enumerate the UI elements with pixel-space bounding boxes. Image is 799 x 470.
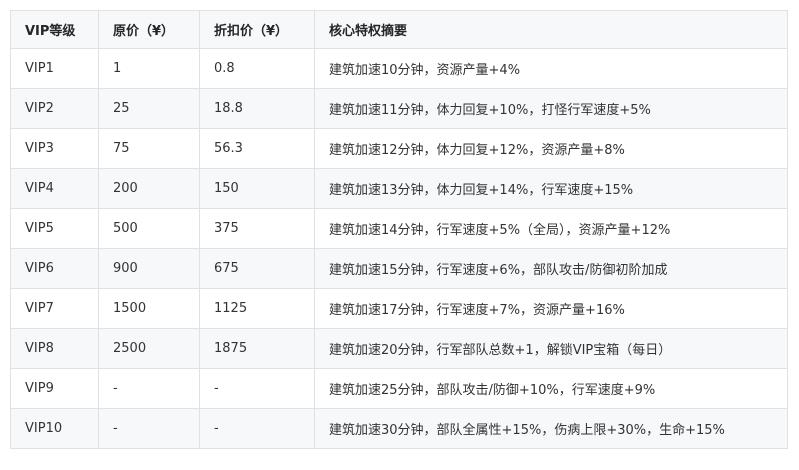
cell-discount-price: 0.8 [199,48,315,89]
header-row: VIP等级 原价（¥） 折扣价（¥） 核心特权摘要 [10,10,788,49]
cell-discount-price: 1875 [199,328,315,369]
cell-privilege-summary: 建筑加速12分钟，体力回复+12%，资源产量+8% [314,128,788,169]
cell-privilege-summary: 建筑加速10分钟，资源产量+4% [314,48,788,89]
table-row: VIP7 1500 1125 建筑加速17分钟，行军速度+7%，资源产量+16% [10,288,788,329]
cell-original-price: - [98,368,200,409]
table-row: VIP4 200 150 建筑加速13分钟，体力回复+14%，行军速度+15% [10,168,788,209]
header-vip-level: VIP等级 [10,10,99,49]
cell-original-price: 1 [98,48,200,89]
table-row: VIP9 - - 建筑加速25分钟，部队攻击/防御+10%，行军速度+9% [10,368,788,409]
cell-vip-level: VIP4 [10,168,99,209]
table-row: VIP8 2500 1875 建筑加速20分钟，行军部队总数+1，解锁VIP宝箱… [10,328,788,369]
cell-vip-level: VIP10 [10,408,99,449]
header-discount-price: 折扣价（¥） [199,10,315,49]
cell-privilege-summary: 建筑加速11分钟，体力回复+10%，打怪行军速度+5% [314,88,788,129]
table-header: VIP等级 原价（¥） 折扣价（¥） 核心特权摘要 [10,10,788,49]
cell-vip-level: VIP6 [10,248,99,289]
cell-discount-price: 18.8 [199,88,315,129]
cell-vip-level: VIP9 [10,368,99,409]
cell-discount-price: - [199,368,315,409]
cell-vip-level: VIP7 [10,288,99,329]
cell-original-price: 2500 [98,328,200,369]
cell-discount-price: 1125 [199,288,315,329]
vip-table-container: VIP等级 原价（¥） 折扣价（¥） 核心特权摘要 VIP1 1 0.8 建筑加… [10,10,788,449]
header-original-price: 原价（¥） [98,10,200,49]
cell-discount-price: 675 [199,248,315,289]
table-row: VIP1 1 0.8 建筑加速10分钟，资源产量+4% [10,48,788,89]
table-body: VIP1 1 0.8 建筑加速10分钟，资源产量+4% VIP2 25 18.8… [10,48,788,449]
cell-original-price: 500 [98,208,200,249]
cell-discount-price: - [199,408,315,449]
cell-privilege-summary: 建筑加速15分钟，行军速度+6%，部队攻击/防御初阶加成 [314,248,788,289]
cell-original-price: - [98,408,200,449]
cell-privilege-summary: 建筑加速14分钟，行军速度+5%（全局），资源产量+12% [314,208,788,249]
cell-original-price: 200 [98,168,200,209]
cell-vip-level: VIP8 [10,328,99,369]
cell-discount-price: 56.3 [199,128,315,169]
cell-original-price: 25 [98,88,200,129]
cell-vip-level: VIP1 [10,48,99,89]
cell-vip-level: VIP2 [10,88,99,129]
cell-privilege-summary: 建筑加速30分钟，部队全属性+15%，伤病上限+30%，生命+15% [314,408,788,449]
cell-privilege-summary: 建筑加速13分钟，体力回复+14%，行军速度+15% [314,168,788,209]
vip-privilege-table: VIP等级 原价（¥） 折扣价（¥） 核心特权摘要 VIP1 1 0.8 建筑加… [10,10,788,449]
cell-original-price: 900 [98,248,200,289]
cell-discount-price: 150 [199,168,315,209]
table-row: VIP3 75 56.3 建筑加速12分钟，体力回复+12%，资源产量+8% [10,128,788,169]
header-privilege-summary: 核心特权摘要 [314,10,788,49]
cell-vip-level: VIP3 [10,128,99,169]
cell-privilege-summary: 建筑加速17分钟，行军速度+7%，资源产量+16% [314,288,788,329]
table-row: VIP2 25 18.8 建筑加速11分钟，体力回复+10%，打怪行军速度+5% [10,88,788,129]
cell-vip-level: VIP5 [10,208,99,249]
cell-privilege-summary: 建筑加速20分钟，行军部队总数+1，解锁VIP宝箱（每日） [314,328,788,369]
cell-discount-price: 375 [199,208,315,249]
table-row: VIP5 500 375 建筑加速14分钟，行军速度+5%（全局），资源产量+1… [10,208,788,249]
table-row: VIP10 - - 建筑加速30分钟，部队全属性+15%，伤病上限+30%，生命… [10,408,788,449]
cell-original-price: 75 [98,128,200,169]
cell-privilege-summary: 建筑加速25分钟，部队攻击/防御+10%，行军速度+9% [314,368,788,409]
table-row: VIP6 900 675 建筑加速15分钟，行军速度+6%，部队攻击/防御初阶加… [10,248,788,289]
cell-original-price: 1500 [98,288,200,329]
